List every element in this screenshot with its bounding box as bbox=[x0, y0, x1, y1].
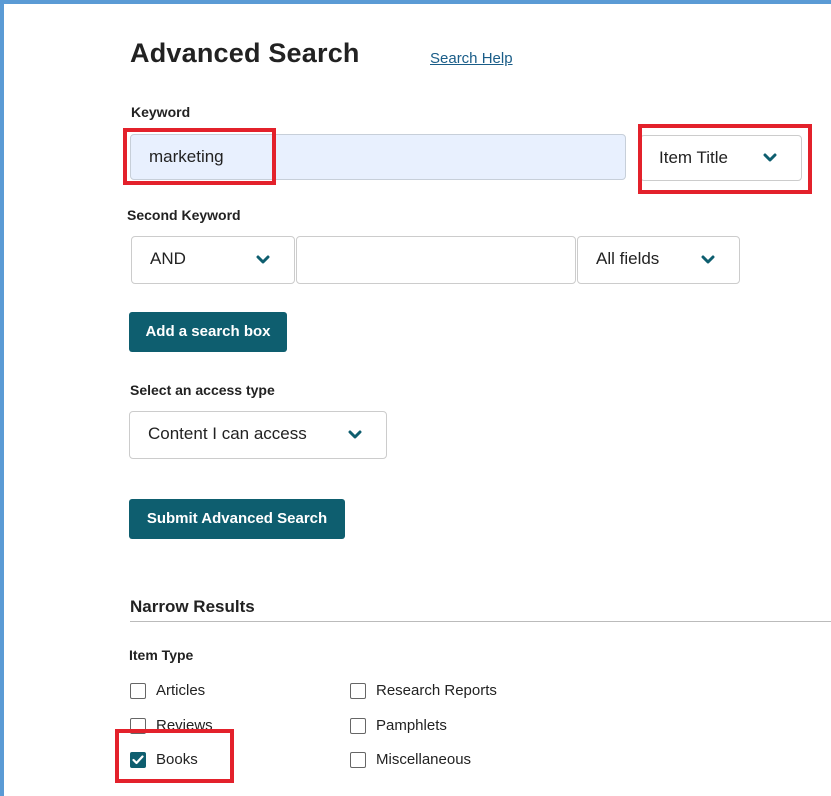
checkbox-miscellaneous[interactable]: Miscellaneous bbox=[350, 751, 471, 768]
checkbox-box[interactable] bbox=[130, 717, 146, 734]
operator-select-value: AND bbox=[150, 249, 186, 268]
add-search-box-button[interactable]: Add a search box bbox=[129, 312, 287, 352]
item-type-label: Item Type bbox=[129, 647, 194, 663]
search-help-link[interactable]: Search Help bbox=[430, 50, 513, 67]
submit-advanced-search-button[interactable]: Submit Advanced Search bbox=[129, 499, 345, 539]
page-title: Advanced Search bbox=[130, 38, 360, 68]
checkmark-icon bbox=[132, 754, 144, 764]
checkbox-box[interactable] bbox=[350, 717, 366, 734]
operator-select[interactable]: AND bbox=[131, 236, 295, 284]
window-frame-top bbox=[0, 0, 831, 4]
keyword-label: Keyword bbox=[131, 104, 191, 120]
checkbox-label: Pamphlets bbox=[376, 717, 447, 734]
second-keyword-label: Second Keyword bbox=[127, 207, 241, 223]
narrow-results-heading: Narrow Results bbox=[130, 597, 255, 616]
keyword-input[interactable]: marketing bbox=[130, 134, 626, 180]
access-type-label: Select an access type bbox=[130, 382, 275, 398]
window-frame-left bbox=[0, 0, 4, 796]
second-field-select-value: All fields bbox=[596, 249, 660, 268]
checkbox-label: Reviews bbox=[156, 717, 213, 734]
section-divider bbox=[130, 621, 831, 622]
chevron-down-icon bbox=[256, 255, 270, 265]
checkbox-reviews[interactable]: Reviews bbox=[130, 717, 213, 734]
checkbox-books[interactable]: Books bbox=[130, 751, 198, 768]
checkbox-box[interactable] bbox=[350, 751, 366, 768]
access-type-select-value: Content I can access bbox=[148, 424, 307, 443]
checkbox-label: Miscellaneous bbox=[376, 751, 472, 768]
chevron-down-icon bbox=[348, 430, 362, 440]
keyword-input-value: marketing bbox=[149, 147, 224, 166]
checkbox-box[interactable] bbox=[130, 682, 146, 699]
keyword-field-select[interactable]: Item Title bbox=[640, 135, 802, 181]
checkbox-label: Articles bbox=[156, 682, 206, 699]
chevron-down-icon bbox=[701, 255, 715, 265]
second-keyword-input[interactable] bbox=[296, 236, 576, 284]
checkbox-research-reports[interactable]: Research Reports bbox=[350, 682, 497, 699]
checkbox-box-checked[interactable] bbox=[130, 751, 146, 768]
chevron-down-icon bbox=[763, 153, 777, 163]
checkbox-label: Research Reports bbox=[376, 682, 497, 699]
checkbox-box[interactable] bbox=[350, 682, 366, 699]
second-field-select[interactable]: All fields bbox=[577, 236, 740, 284]
keyword-field-select-value: Item Title bbox=[659, 148, 728, 167]
checkbox-articles[interactable]: Articles bbox=[130, 682, 205, 699]
checkbox-label: Books bbox=[156, 751, 198, 768]
checkbox-pamphlets[interactable]: Pamphlets bbox=[350, 717, 447, 734]
access-type-select[interactable]: Content I can access bbox=[129, 411, 387, 459]
